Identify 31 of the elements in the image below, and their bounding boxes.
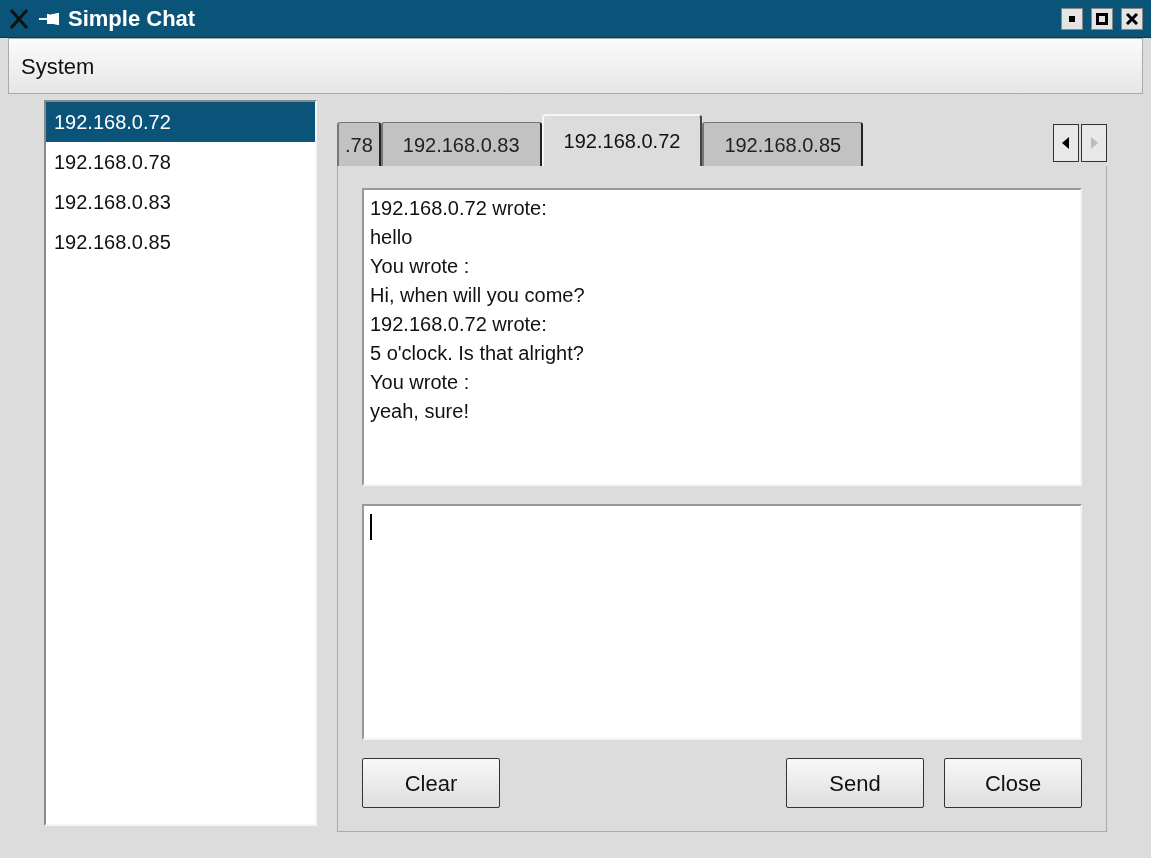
maximize-button[interactable] <box>1091 7 1113 30</box>
message-line: You wrote : <box>370 254 471 279</box>
message-input-field[interactable] <box>362 504 1082 740</box>
pin-icon[interactable] <box>38 12 60 25</box>
tab[interactable]: 192.168.0.83 <box>380 122 542 166</box>
right-arrow-icon <box>1090 137 1098 149</box>
tab[interactable]: 192.168.0.72 <box>541 114 703 166</box>
message-line: 192.168.0.72 wrote: <box>370 196 548 221</box>
window-title: Simple Chat <box>68 5 196 33</box>
tab[interactable]: .78 <box>337 122 381 166</box>
close-window-button[interactable] <box>1121 7 1143 30</box>
dialog-button[interactable]: Send <box>786 758 924 808</box>
message-line: hello <box>370 225 414 250</box>
message-line: Hi, when will you come? <box>370 283 586 308</box>
dialog-button[interactable]: Clear <box>362 758 500 808</box>
message-line: 5 o'clock. Is that alright? <box>370 341 585 366</box>
close-icon <box>1126 12 1138 25</box>
scroll-left-button[interactable] <box>1053 124 1079 162</box>
dialog-button[interactable]: Close <box>944 758 1082 808</box>
message-line: You wrote : <box>370 370 471 395</box>
message-line: 192.168.0.72 wrote: <box>370 312 548 337</box>
tab[interactable]: 192.168.0.85 <box>702 122 864 166</box>
menu-item[interactable]: System <box>21 49 95 83</box>
text-cursor <box>370 514 372 540</box>
host-item[interactable]: 192.168.0.83 <box>46 182 315 222</box>
host-item[interactable]: 192.168.0.78 <box>46 142 315 182</box>
host-item[interactable]: 192.168.0.72 <box>46 102 315 142</box>
left-arrow-icon <box>1062 137 1070 149</box>
message-line: yeah, sure! <box>370 399 470 424</box>
minimize-button[interactable] <box>1061 7 1083 30</box>
host-item[interactable]: 192.168.0.85 <box>46 222 315 262</box>
